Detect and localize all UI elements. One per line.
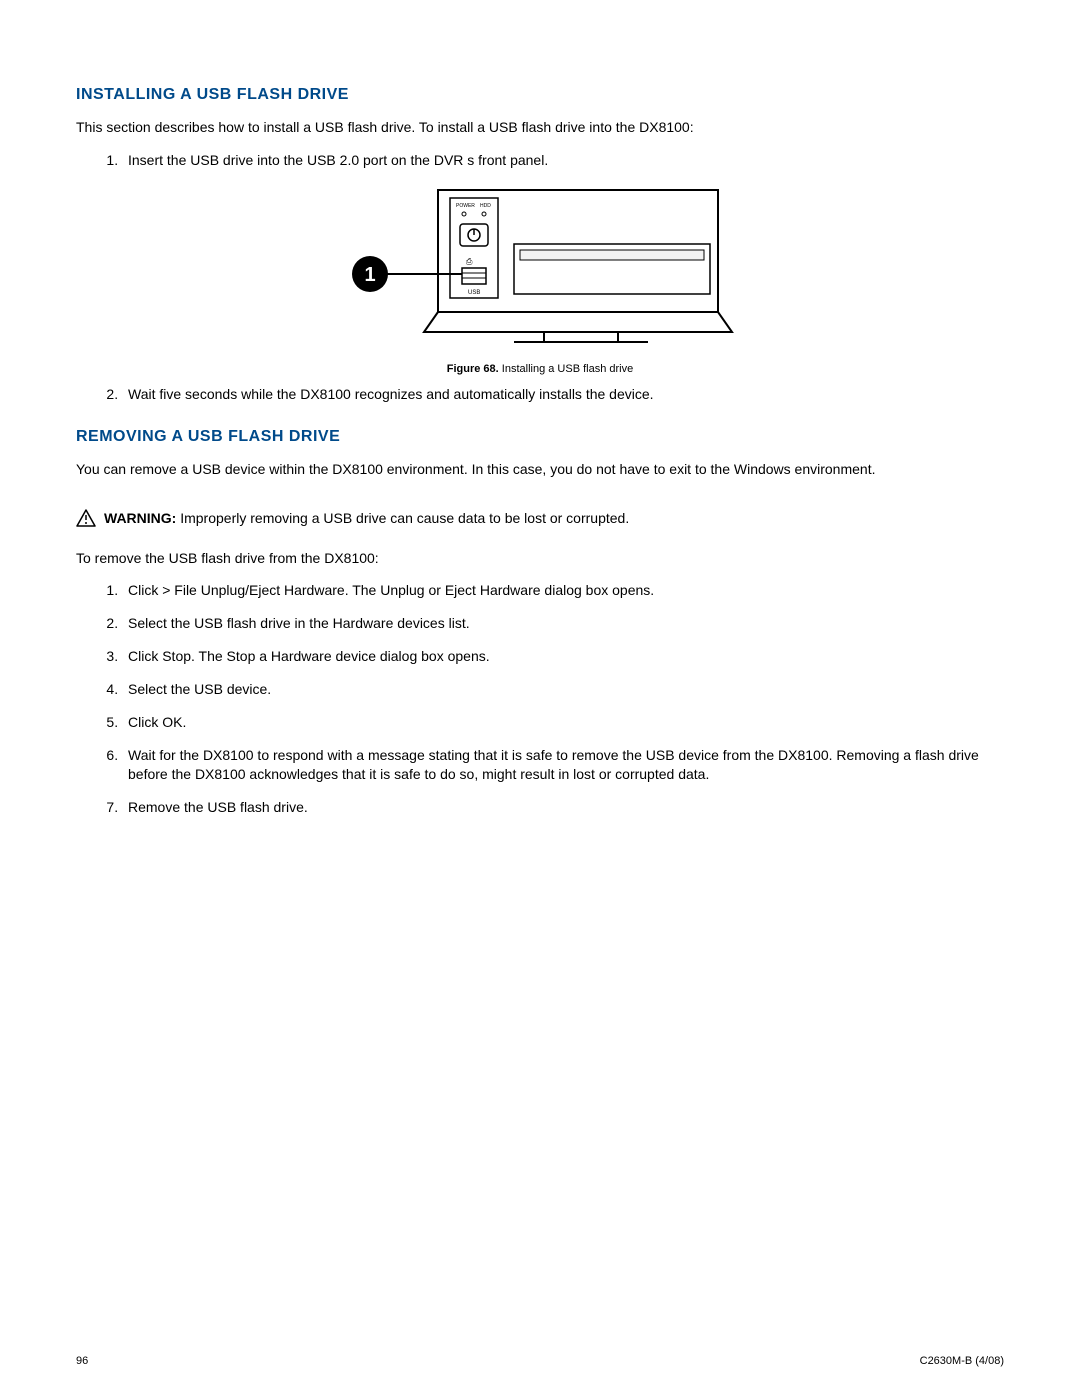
- section2-step2: Select the USB flash drive in the Hardwa…: [122, 614, 1004, 633]
- figure-block: POWER HDD ⎙ USB 1: [76, 184, 1004, 355]
- svg-text:⎙: ⎙: [466, 257, 473, 266]
- section1-heading: INSTALLING A USB FLASH DRIVE: [76, 86, 1004, 104]
- hdd-label: HDD: [480, 203, 491, 209]
- section2-heading: REMOVING A USB FLASH DRIVE: [76, 428, 1004, 446]
- section1-step1: Insert the USB drive into the USB 2.0 po…: [122, 151, 1004, 170]
- section2-step4: Select the USB device.: [122, 680, 1004, 699]
- section1-step2: Wait five seconds while the DX8100 recog…: [122, 385, 1004, 404]
- page-content: INSTALLING A USB FLASH DRIVE This sectio…: [0, 0, 1080, 817]
- section2-step7: Remove the USB flash drive.: [122, 798, 1004, 817]
- usb-label: USB: [468, 290, 480, 296]
- figure-callout-number: 1: [364, 264, 375, 286]
- dvr-diagram: POWER HDD ⎙ USB 1: [346, 184, 734, 350]
- doc-id: C2630M-B (4/08): [920, 1355, 1004, 1367]
- warning-label: WARNING:: [104, 510, 176, 526]
- warning-content: WARNING: Improperly removing a USB drive…: [104, 510, 629, 526]
- figure-caption-text: Installing a USB flash drive: [502, 363, 633, 375]
- page-number: 96: [76, 1355, 88, 1367]
- warning-text: Improperly removing a USB drive can caus…: [180, 510, 629, 526]
- power-label: POWER: [456, 203, 475, 209]
- section1-intro: This section describes how to install a …: [76, 118, 1004, 137]
- figure-caption-label: Figure 68.: [447, 363, 499, 375]
- section2-lead: To remove the USB flash drive from the D…: [76, 549, 1004, 568]
- section1-steps-cont: Wait five seconds while the DX8100 recog…: [76, 385, 1004, 404]
- section2-step6: Wait for the DX8100 to respond with a me…: [122, 746, 1004, 784]
- section1-steps: Insert the USB drive into the USB 2.0 po…: [76, 151, 1004, 170]
- section2-step3: Click Stop. The Stop a Hardware device d…: [122, 647, 1004, 666]
- figure-caption: Figure 68. Installing a USB flash drive: [76, 363, 1004, 375]
- warning-row: WARNING: Improperly removing a USB drive…: [76, 509, 1004, 527]
- section2-step5: Click OK.: [122, 713, 1004, 732]
- section2-step1: Click > File Unplug/Eject Hardware. The …: [122, 581, 1004, 600]
- page-footer: 96 C2630M-B (4/08): [76, 1355, 1004, 1367]
- section2-steps: Click > File Unplug/Eject Hardware. The …: [76, 581, 1004, 816]
- section2-intro: You can remove a USB device within the D…: [76, 460, 1004, 479]
- warning-icon: [76, 509, 96, 527]
